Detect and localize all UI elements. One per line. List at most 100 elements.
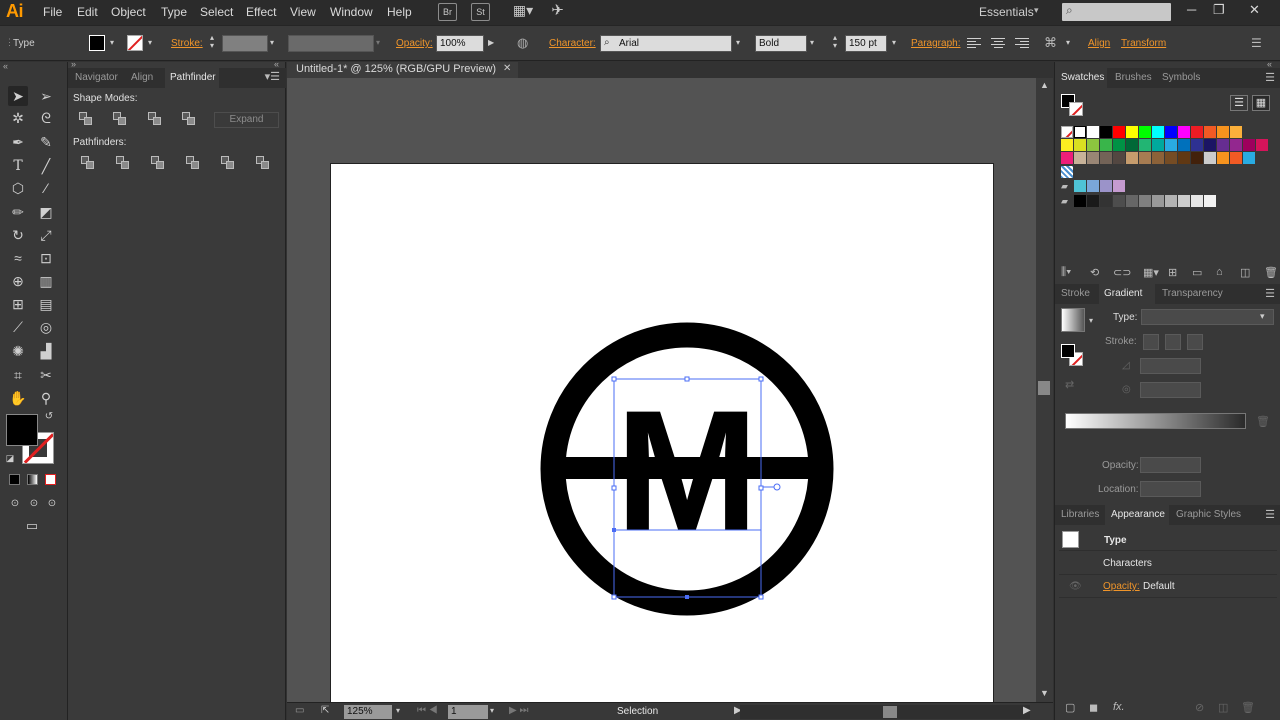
swatch-color[interactable]	[1113, 139, 1125, 151]
swatch-stroke-indicator[interactable]	[1069, 102, 1083, 116]
polygon-tool-icon[interactable]: ⬡	[8, 178, 28, 198]
gradient-mode-icon[interactable]	[27, 474, 38, 485]
chevron-right-icon[interactable]: ▶	[488, 38, 494, 47]
bridge-button[interactable]: Br	[438, 3, 457, 21]
chevron-down-icon[interactable]: ▾	[1034, 5, 1039, 16]
swatch-color[interactable]	[1152, 139, 1164, 151]
scroll-up-icon[interactable]: ▲	[1040, 80, 1049, 90]
location-field[interactable]	[1140, 481, 1201, 497]
swatch-color[interactable]	[1087, 152, 1099, 164]
chevron-down-icon[interactable]: ▾	[1089, 316, 1093, 325]
stroke-label[interactable]: Stroke:	[171, 38, 203, 49]
horizontal-scrollbar[interactable]	[740, 705, 1030, 719]
column-graph-tool-icon[interactable]: ▟	[36, 341, 56, 361]
tab-align[interactable]: Align	[131, 72, 153, 83]
swatch-color[interactable]	[1113, 126, 1125, 138]
chevron-down-icon[interactable]: ▾	[110, 38, 114, 47]
mesh-tool-icon[interactable]: ⊞	[8, 294, 28, 314]
minus-front-icon[interactable]	[113, 112, 128, 127]
reverse-gradient-icon[interactable]: ⇄	[1065, 378, 1074, 391]
swatch-color[interactable]	[1074, 139, 1086, 151]
swatch-color[interactable]	[1191, 152, 1203, 164]
add-stroke-icon[interactable]: ▢	[1065, 701, 1075, 714]
eraser-tool-icon[interactable]: ◩	[36, 202, 56, 222]
swatch-color[interactable]	[1087, 180, 1099, 192]
draw-behind-icon[interactable]: ⊙	[25, 494, 43, 514]
hand-tool-icon[interactable]: ✋	[8, 388, 28, 408]
gradient-type-select[interactable]	[1141, 309, 1274, 325]
swatch-color[interactable]	[1243, 139, 1255, 151]
swatch-gray[interactable]	[1126, 195, 1138, 207]
artwork-logo[interactable]: M	[287, 78, 1036, 702]
intersect-icon[interactable]	[148, 112, 163, 127]
tab-pathfinder[interactable]: Pathfinder	[170, 72, 216, 83]
maximize-button[interactable]: ❐	[1213, 2, 1225, 18]
swatch-color[interactable]	[1204, 139, 1216, 151]
show-kinds-icon[interactable]: ⊂⊃	[1113, 266, 1131, 279]
chevron-down-icon[interactable]: ▾	[736, 38, 740, 47]
swatch-color[interactable]	[1126, 126, 1138, 138]
lasso-tool-icon[interactable]: ᘓ	[36, 108, 56, 128]
tab-gradient[interactable]: Gradient	[1104, 288, 1142, 299]
change-screen-mode-icon[interactable]: ▭	[20, 516, 44, 536]
divide-icon[interactable]	[81, 156, 96, 171]
font-size-field[interactable]: 150 pt	[845, 35, 887, 52]
trash-icon[interactable]: 🗑	[1241, 701, 1255, 714]
gradient-preview[interactable]	[1061, 308, 1085, 332]
swatch-color[interactable]	[1152, 152, 1164, 164]
swatch-color[interactable]	[1100, 180, 1112, 192]
swatch-gray[interactable]	[1100, 195, 1112, 207]
direct-selection-tool-icon[interactable]: ➢	[36, 86, 56, 106]
folder-icon[interactable]: ▰	[1061, 195, 1073, 207]
tab-libraries[interactable]: Libraries	[1061, 509, 1099, 520]
swap-fill-stroke-icon[interactable]: ↺	[42, 410, 56, 424]
chevron-down-icon[interactable]: ▾	[1066, 38, 1070, 47]
tab-navigator[interactable]: Navigator	[75, 72, 118, 83]
outline-icon[interactable]	[221, 156, 236, 171]
stroke-along-icon[interactable]	[1165, 334, 1181, 350]
swatch-color[interactable]	[1100, 139, 1112, 151]
clear-appearance-icon[interactable]: ⊘	[1195, 701, 1204, 714]
search-input[interactable]: ⌕	[1062, 3, 1171, 21]
trim-icon[interactable]	[116, 156, 131, 171]
panel-menu-icon[interactable]: ☰	[1251, 36, 1262, 50]
list-view-icon[interactable]: ☰	[1230, 95, 1248, 111]
swatch-gray[interactable]	[1113, 195, 1125, 207]
artboard-number-field[interactable]: 1	[448, 705, 488, 719]
none-mode-icon[interactable]	[45, 474, 56, 485]
scale-tool-icon[interactable]: ⤢	[36, 225, 56, 245]
stroke-within-icon[interactable]	[1143, 334, 1159, 350]
warp-icon[interactable]: ⌘	[1044, 35, 1057, 51]
crop-icon[interactable]	[186, 156, 201, 171]
swatch-options-icon[interactable]: ▦▾	[1143, 266, 1159, 279]
grid-view-icon[interactable]: ▦	[1252, 95, 1270, 111]
export-icon[interactable]: ⇱	[321, 705, 329, 716]
fill-swatch[interactable]	[89, 35, 105, 51]
next-artboard-icon[interactable]: ▶ ⏭	[509, 705, 528, 716]
character-label[interactable]: Character:	[549, 38, 596, 49]
chevron-down-icon[interactable]: ▾	[396, 706, 400, 715]
fill-color-box[interactable]	[6, 414, 38, 446]
scroll-down-icon[interactable]: ▼	[1040, 688, 1049, 698]
symbol-sprayer-tool-icon[interactable]: ✺	[8, 341, 28, 361]
swatch-color[interactable]	[1230, 126, 1242, 138]
document-tab[interactable]: Untitled-1* @ 125% (RGB/GPU Preview)	[287, 62, 518, 78]
menu-object[interactable]: Object	[111, 5, 146, 19]
swatch-color[interactable]	[1126, 152, 1138, 164]
unite-icon[interactable]	[79, 112, 94, 127]
shape-builder-tool-icon[interactable]: ⊕	[8, 271, 28, 291]
swatch-color[interactable]	[1204, 152, 1216, 164]
magic-wand-tool-icon[interactable]: ✲	[8, 108, 28, 128]
default-fill-stroke-icon[interactable]: ◪	[4, 452, 16, 464]
swatch-color[interactable]	[1074, 152, 1086, 164]
recolor-artwork-icon[interactable]: ◍	[517, 35, 528, 51]
merge-icon[interactable]	[151, 156, 166, 171]
characters-row[interactable]: Characters	[1059, 552, 1277, 575]
swatch-libraries-icon[interactable]: ⫼▾	[1061, 266, 1071, 279]
rotate-tool-icon[interactable]: ↻	[8, 225, 28, 245]
angle-field[interactable]	[1140, 358, 1201, 374]
place-swatches-icon[interactable]: ⟲	[1090, 266, 1099, 279]
swatch-registration[interactable]	[1074, 126, 1086, 138]
menu-help[interactable]: Help	[387, 5, 412, 19]
swatch-color[interactable]	[1165, 126, 1177, 138]
